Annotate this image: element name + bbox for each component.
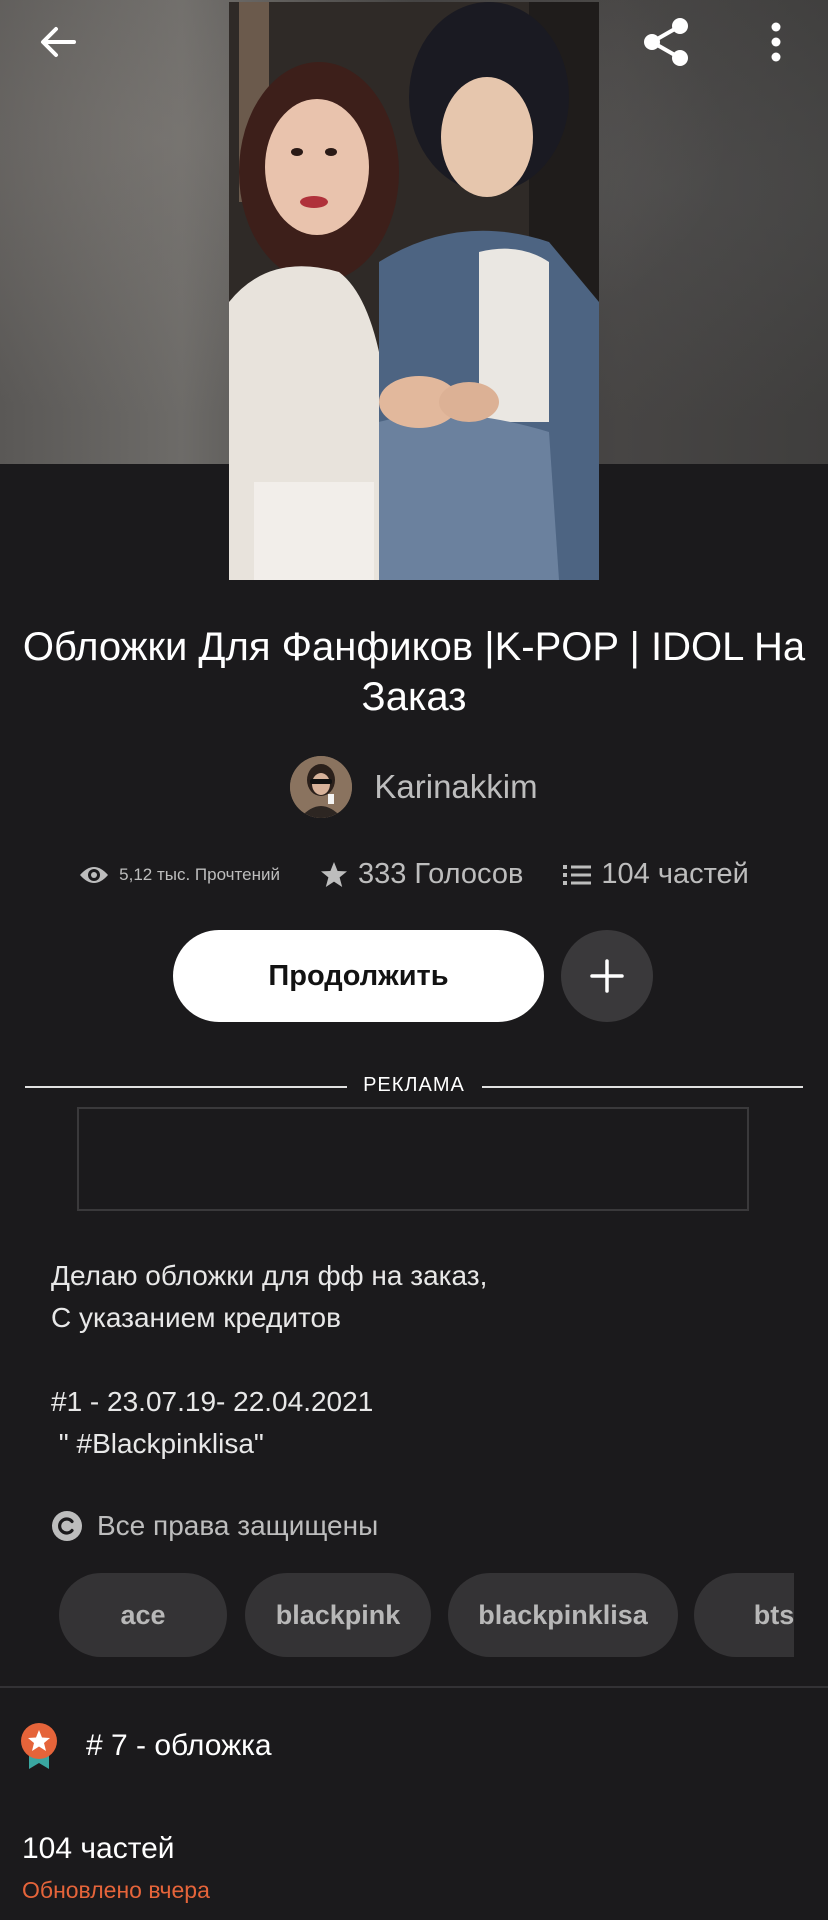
votes-count: 333 Голосов xyxy=(357,858,524,890)
toc-parts-count[interactable]: 104 частей xyxy=(22,1832,175,1866)
share-button[interactable] xyxy=(638,14,694,70)
more-options-button[interactable] xyxy=(748,14,804,70)
author-row[interactable]: Karinakkim xyxy=(0,756,828,818)
story-stats: 5,12 тыс. Прочтений 333 Голосов 104 част… xyxy=(0,858,828,891)
tag-chip[interactable]: bts xyxy=(694,1573,794,1657)
tag-chip[interactable]: blackpinklisa xyxy=(448,1573,678,1657)
tag-chip[interactable]: ace xyxy=(59,1573,227,1657)
eye-icon xyxy=(80,866,109,883)
more-vertical-icon xyxy=(771,22,781,62)
star-icon xyxy=(320,861,347,887)
copyright-notice: Все права защищены xyxy=(51,1510,378,1542)
parts-stat: 104 частей xyxy=(563,858,749,891)
ad-label: РЕКЛАМА xyxy=(363,1074,465,1096)
author-name[interactable]: Karinakkim xyxy=(374,768,537,806)
author-avatar[interactable] xyxy=(290,756,353,818)
tag-chip[interactable]: blackpink xyxy=(245,1573,431,1657)
plus-icon xyxy=(590,959,624,993)
arrow-left-icon xyxy=(41,27,76,57)
copyright-text: Все права защищены xyxy=(97,1510,379,1541)
ranking-row[interactable]: # 7 - обложка xyxy=(20,1722,272,1770)
story-description: Делаю обложки для фф на заказ, С указани… xyxy=(51,1260,488,1459)
toc-updated-label: Обновлено вчера xyxy=(22,1877,210,1903)
add-to-library-button[interactable] xyxy=(561,930,653,1022)
section-divider xyxy=(0,1686,828,1688)
ad-divider-right xyxy=(482,1086,803,1088)
ranking-text[interactable]: # 7 - обложка xyxy=(86,1729,272,1763)
back-button[interactable] xyxy=(30,14,86,70)
tags-row: ace blackpink blackpinklisa bts xyxy=(59,1573,794,1657)
parts-count: 104 частей xyxy=(601,858,749,890)
share-icon xyxy=(644,18,688,66)
continue-reading-button[interactable]: Продолжить xyxy=(173,930,544,1022)
reads-count: 5,12 тыс. Прочтений xyxy=(119,864,280,884)
ad-banner-slot[interactable] xyxy=(77,1107,749,1211)
story-cover-image[interactable] xyxy=(229,2,599,580)
votes-stat: 333 Голосов xyxy=(320,858,523,891)
reads-stat: 5,12 тыс. Прочтений xyxy=(79,864,280,886)
list-icon xyxy=(563,864,592,885)
ranking-badge-icon xyxy=(21,1723,57,1769)
ad-divider-left xyxy=(25,1086,347,1088)
copyright-icon xyxy=(52,1511,82,1541)
story-title: Обложки Для Фанфиков |K-POP | IDOL На За… xyxy=(22,625,806,719)
cover-illustration xyxy=(229,2,599,580)
